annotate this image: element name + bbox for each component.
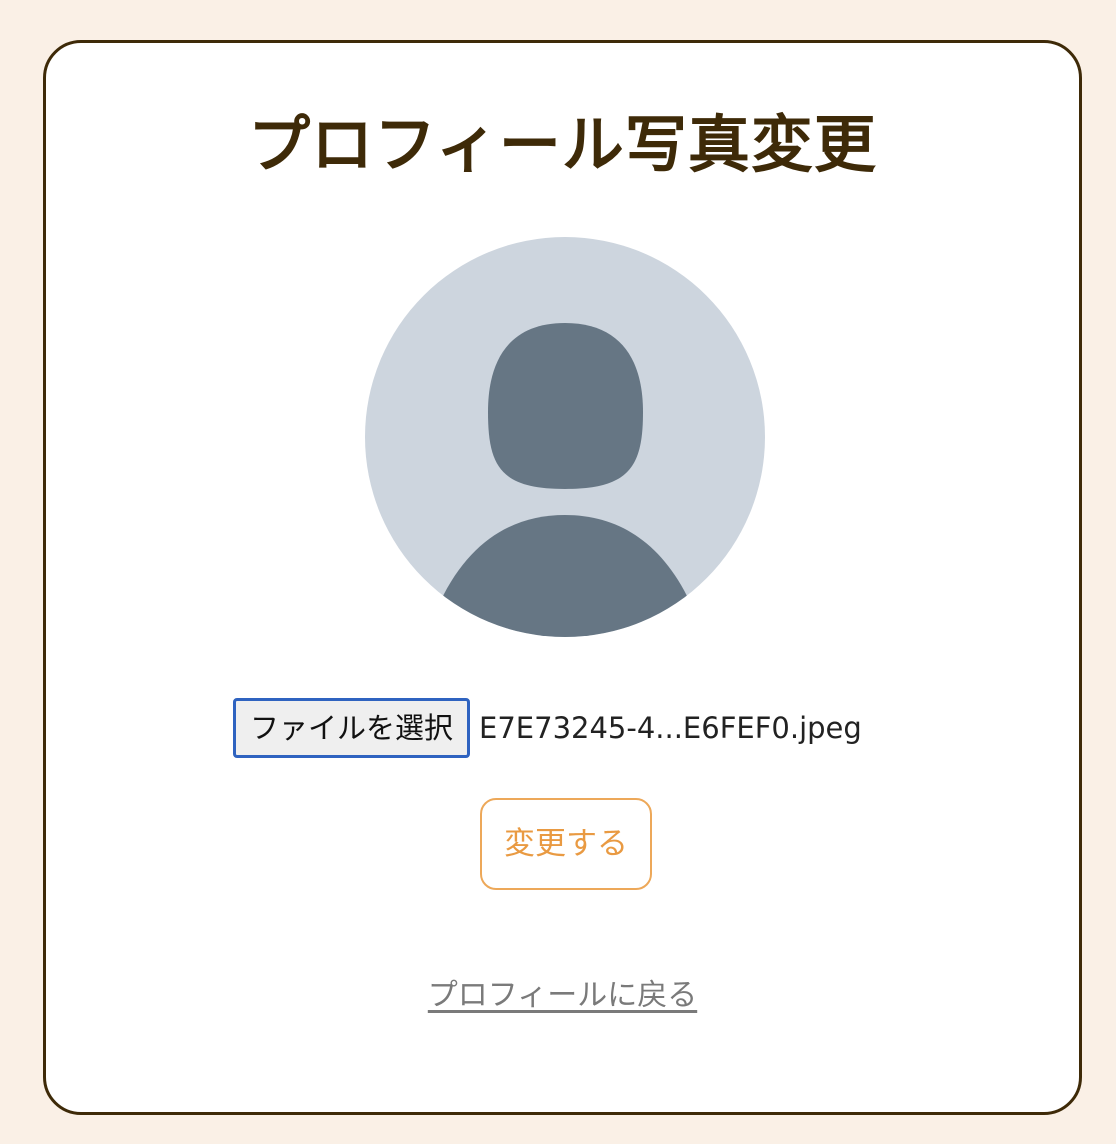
choose-file-button[interactable]: ファイルを選択 <box>233 698 471 758</box>
user-silhouette-icon <box>365 237 765 637</box>
file-upload-field: ファイルを選択 E7E73245-4...E6FEF0.jpeg <box>233 697 862 759</box>
page-title: プロフィール写真変更 <box>248 108 877 181</box>
selected-file-name: E7E73245-4...E6FEF0.jpeg <box>479 711 862 745</box>
back-link-container: プロフィールに戻る <box>46 973 1079 1019</box>
avatar <box>365 237 765 637</box>
profile-photo-card: プロフィール写真変更 ファイルを選択 E7E73245-4...E6FEF0.j… <box>43 40 1082 1115</box>
change-photo-button[interactable]: 変更する <box>480 798 652 890</box>
back-to-profile-link[interactable]: プロフィールに戻る <box>428 978 697 1013</box>
